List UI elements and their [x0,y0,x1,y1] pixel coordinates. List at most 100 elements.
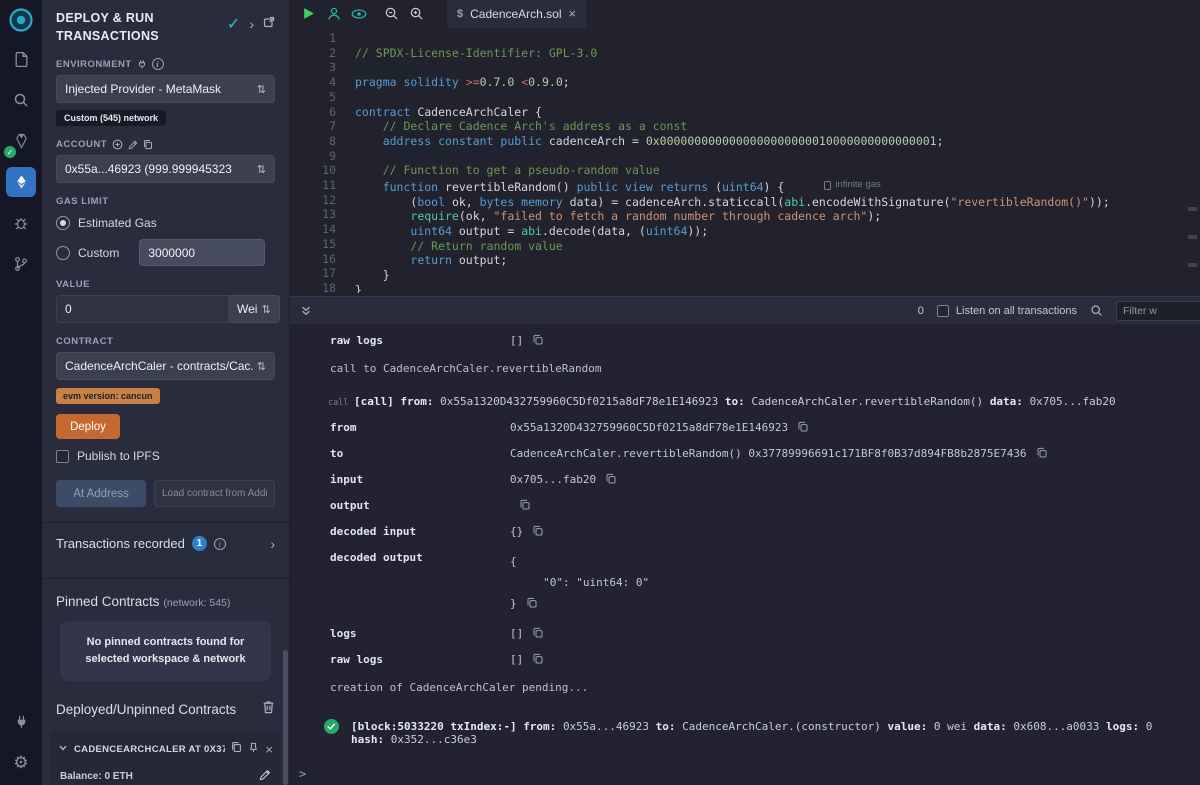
zoom-out-icon[interactable] [381,3,402,25]
line-number: 13 [290,207,336,222]
panel-next-icon[interactable]: › [249,17,254,31]
main-area: $ CadenceArch.sol × 12345678910111213141… [290,0,1200,785]
copy-icon[interactable] [533,653,543,664]
popout-icon[interactable] [263,15,275,33]
code-line: // Declare Cadence Arch's address as a c… [355,119,1110,134]
line-number: 8 [290,134,336,149]
copy-account-icon[interactable] [143,139,153,150]
custom-gas-radio[interactable] [56,246,70,260]
deploy-button[interactable]: Deploy [56,414,120,439]
terminal-kv-row: logs[] [290,620,1200,646]
code-line: function revertibleRandom() public view … [355,178,1110,195]
copy-icon[interactable] [606,473,616,484]
tab-label: CadenceArch.sol [470,7,561,21]
solidity-compiler-icon[interactable]: ✓ [6,126,36,156]
close-tab-icon[interactable]: × [569,7,577,20]
copy-icon[interactable] [533,525,543,536]
contract-label: CONTRACT [56,336,275,347]
editor-tabbar: $ CadenceArch.sol × [290,0,1200,28]
edit-balance-icon[interactable] [259,769,271,784]
terminal-filter-input[interactable] [1116,301,1200,321]
line-number: 16 [290,252,336,267]
pinned-contracts-title: Pinned Contracts (network: 545) [56,594,275,609]
remix-logo-icon[interactable] [8,6,35,33]
terminal-output: raw logs[]call to CadenceArchCaler.rever… [290,324,1200,763]
deployed-contract-card: CADENCEARCHCALER AT 0X37... × Balance: 0… [50,731,281,785]
value-unit-select[interactable]: Wei ⇅ [229,295,280,323]
copy-icon[interactable] [798,421,808,432]
line-number: 18 [290,281,336,293]
line-number: 12 [290,193,336,208]
custom-gas-input[interactable] [139,239,265,266]
code-line: uint64 output = abi.decode(data, (uint64… [355,224,1110,239]
pending-tx-count: 0 [918,305,924,317]
copy-icon[interactable] [527,597,537,608]
line-number: 15 [290,237,336,252]
chevron-updown-icon: ⇅ [257,163,266,176]
terminal-prompt[interactable]: > [290,763,1200,785]
copy-address-icon[interactable] [231,740,242,758]
panel-scrollbar[interactable] [283,650,288,785]
environment-select[interactable]: Injected Provider - MetaMask ⇅ [56,75,275,103]
listen-all-row[interactable]: Listen on all transactions [937,305,1077,317]
collapse-terminal-icon[interactable] [300,305,312,317]
plugin-manager-icon[interactable] [6,706,36,736]
publish-ipfs-row[interactable]: Publish to IPFS [56,449,275,463]
gas-icon [824,181,831,190]
terminal-kv-row: decoded output{ "0": "uint64: 0"} [290,544,1200,620]
assistant-icon[interactable] [323,3,344,25]
deploy-run-icon[interactable] [6,167,36,197]
transactions-info-icon[interactable]: i [214,538,226,550]
transactions-recorded-row[interactable]: Transactions recorded 1 i › [56,523,275,563]
tab-cadencearch-sol[interactable]: $ CadenceArch.sol × [447,0,586,28]
run-script-icon[interactable] [298,3,319,25]
add-account-icon[interactable] [112,139,123,150]
at-address-input[interactable] [154,480,275,507]
code-line [355,149,1110,164]
search-icon[interactable] [6,85,36,115]
chevron-updown-icon: ⇅ [257,83,266,96]
environment-info-icon[interactable]: i [152,58,164,70]
success-check-icon [324,719,339,737]
debugger-icon[interactable] [6,208,36,238]
contract-select[interactable]: CadenceArchCaler - contracts/Cac... ⇅ [56,352,275,380]
settings-icon[interactable]: ⚙ [6,747,36,777]
code-line: pragma solidity >=0.7.0 <0.9.0; [355,75,1110,90]
publish-ipfs-checkbox[interactable] [56,450,69,463]
plug-icon[interactable] [137,59,147,69]
terminal-search-icon[interactable] [1090,304,1103,317]
expand-transactions-icon[interactable]: › [270,537,275,551]
terminal-log-row: creation of CadenceArchCaler pending... [290,672,1200,702]
copy-icon[interactable] [533,627,543,638]
line-number: 10 [290,163,336,178]
editor-scrollbar[interactable] [1187,0,1197,296]
line-number: 9 [290,149,336,164]
chevron-down-icon[interactable] [58,740,68,758]
listen-all-checkbox[interactable] [937,305,949,317]
copy-icon[interactable] [1037,447,1047,458]
pin-icon[interactable] [248,740,259,758]
trash-icon[interactable] [262,700,275,719]
copilot-toggle-icon[interactable] [348,3,369,25]
git-icon[interactable] [6,249,36,279]
estimated-gas-option[interactable]: Estimated Gas [56,216,275,230]
remove-instance-icon[interactable]: × [265,743,273,756]
zoom-in-icon[interactable] [406,3,427,25]
terminal-log-row: call to CadenceArchCaler.revertibleRando… [290,353,1200,383]
account-select[interactable]: 0x55a...46923 (999.999945323 ⇅ [56,155,275,183]
custom-gas-option[interactable]: Custom [56,239,275,266]
code-line [355,60,1110,75]
code-line: (bool ok, bytes memory data) = cadenceAr… [355,195,1110,210]
code-line: // Return random value [355,239,1110,254]
code-editor[interactable]: 123456789101112131415161718 // SPDX-Lice… [290,28,1200,293]
at-address-button[interactable]: At Address [56,480,146,507]
gas-limit-label: GAS LIMIT [56,196,275,207]
pinned-empty-message: No pinned contracts found for selected w… [60,621,271,681]
line-number: 2 [290,46,336,61]
edit-account-icon[interactable] [128,140,138,150]
value-input[interactable] [56,295,229,323]
copy-icon[interactable] [520,499,530,510]
file-explorer-icon[interactable] [6,44,36,74]
copy-icon[interactable] [533,334,543,345]
estimated-gas-radio[interactable] [56,216,70,230]
